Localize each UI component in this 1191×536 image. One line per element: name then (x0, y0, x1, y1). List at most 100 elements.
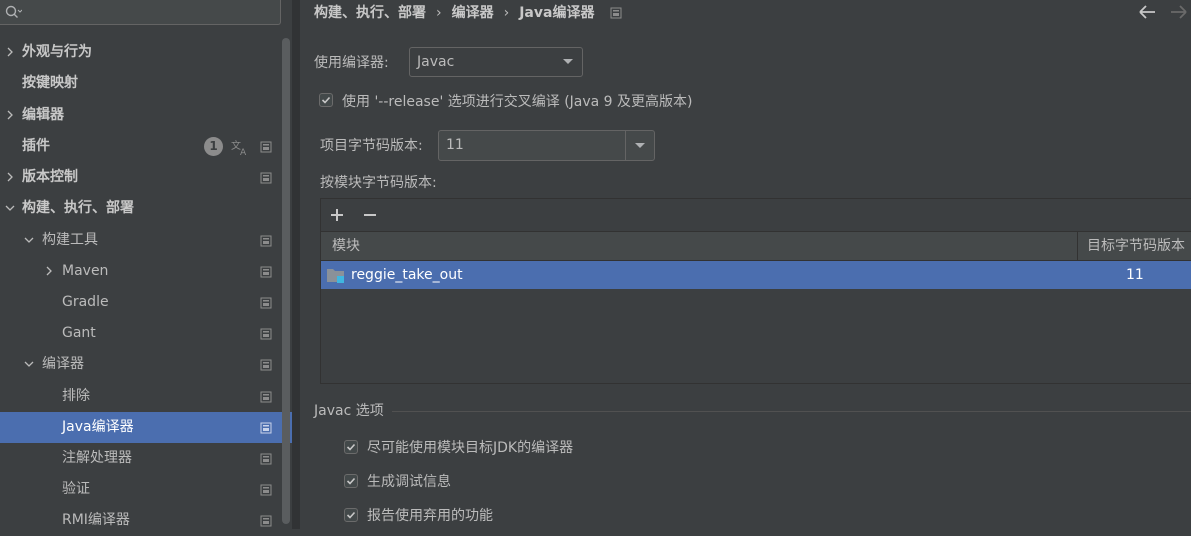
translate-icon: 文 A (231, 139, 247, 156)
use-module-jdk-label[interactable]: 尽可能使用模块目标JDK的编译器 (367, 437, 573, 457)
sidebar-item-label: 验证 (62, 481, 90, 497)
chevron-down-icon (24, 361, 34, 367)
plus-icon[interactable] (329, 207, 345, 223)
back-arrow-icon[interactable] (1136, 2, 1158, 22)
project-level-icon (260, 172, 272, 184)
table-row[interactable]: reggie_take_out 11 (321, 261, 1191, 289)
project-level-icon (260, 359, 272, 371)
compiler-label: 使用编译器: (314, 55, 389, 71)
checkmark-icon (321, 96, 331, 104)
minus-icon[interactable] (362, 207, 378, 223)
checkmark-icon (346, 511, 356, 519)
sidebar-item-label: 外观与行为 (22, 44, 92, 60)
sidebar-item-gradle[interactable]: Gradle (0, 287, 292, 318)
project-level-icon (260, 515, 272, 527)
settings-content: 构建、执行、部署 › 编译器 › Java编译器 使用编译器: Javac 使用 '--… (300, 0, 1191, 529)
sidebar-item-maven[interactable]: Maven (0, 256, 292, 287)
sidebar-item-compiler[interactable]: 编译器 (0, 349, 292, 380)
module-folder-icon (327, 269, 344, 283)
sidebar-item-plugins[interactable]: 插件 1 文 A (0, 131, 292, 162)
sidebar-item-keymap[interactable]: 按键映射 (0, 68, 292, 99)
checkmark-icon (346, 477, 356, 485)
settings-sidebar: 外观与行为 按键映射 编辑器 插件 1 文 A 版本控制 构建、执行、部署 构建… (0, 0, 292, 529)
chevron-right-icon (7, 47, 13, 57)
deprecation-label[interactable]: 报告使用弃用的功能 (367, 505, 493, 525)
project-level-icon (260, 453, 272, 465)
breadcrumb-item[interactable]: 编译器 (452, 5, 494, 21)
sidebar-item-label: Maven (62, 263, 109, 279)
project-level-icon (260, 235, 272, 247)
sidebar-item-label: 版本控制 (22, 169, 78, 185)
table-toolbar (321, 199, 1191, 232)
sidebar-item-annotation-processors[interactable]: 注解处理器 (0, 443, 292, 474)
sidebar-item-label: 排除 (62, 388, 90, 404)
deprecation-checkbox[interactable] (344, 508, 358, 522)
column-header-module[interactable]: 模块 (332, 232, 360, 260)
sidebar-item-rmi-compiler[interactable]: RMI编译器 (0, 505, 292, 536)
sidebar-item-build[interactable]: 构建、执行、部署 (0, 193, 292, 224)
breadcrumb-separator: › (503, 5, 510, 21)
javac-options-title: Javac 选项 (314, 403, 384, 419)
compiler-select[interactable]: Javac (409, 47, 583, 77)
breadcrumb-item[interactable]: 构建、执行、部署 (314, 5, 426, 21)
breadcrumb-separator: › (436, 5, 442, 21)
breadcrumb: 构建、执行、部署 › 编译器 › Java编译器 (314, 3, 622, 23)
project-level-icon (260, 297, 272, 309)
sidebar-item-label: 插件 (22, 138, 50, 154)
sidebar-item-gant[interactable]: Gant (0, 318, 292, 349)
debug-info-checkbox[interactable] (344, 474, 358, 488)
project-level-icon (260, 141, 272, 153)
chevron-right-icon (7, 110, 13, 120)
use-module-jdk-checkbox[interactable] (344, 440, 358, 454)
forward-arrow-icon[interactable] (1168, 2, 1190, 22)
sidebar-item-label: Gant (62, 325, 96, 341)
module-bytecode-table: 模块 目标字节码版本 reggie_take_out 11 (320, 198, 1191, 384)
section-divider (392, 411, 1191, 412)
project-level-icon (260, 266, 272, 278)
sidebar-scrollbar[interactable] (282, 38, 290, 524)
sidebar-item-label: 编译器 (42, 356, 84, 372)
per-module-label: 按模块字节码版本: (320, 175, 437, 191)
splitter[interactable] (292, 0, 300, 529)
chevron-down-icon (24, 237, 34, 243)
sidebar-item-label: Java编译器 (62, 419, 134, 435)
update-count-badge: 1 (204, 137, 223, 156)
sidebar-item-editor[interactable]: 编辑器 (0, 100, 292, 131)
sidebar-item-label: 注解处理器 (62, 450, 132, 466)
bytecode-version-value: 11 (446, 137, 464, 153)
svg-text:A: A (240, 148, 247, 156)
breadcrumb-item-current: Java编译器 (519, 5, 595, 21)
module-name: reggie_take_out (351, 267, 463, 283)
sidebar-item-label: 编辑器 (22, 107, 64, 123)
release-checkbox[interactable] (319, 93, 333, 107)
project-level-icon (260, 328, 272, 340)
project-level-icon (260, 391, 272, 403)
sidebar-item-vcs[interactable]: 版本控制 (0, 162, 292, 193)
project-level-icon (260, 422, 272, 434)
dropdown-arrow-icon[interactable] (625, 131, 654, 160)
chevron-right-icon (7, 172, 13, 182)
release-checkbox-label[interactable]: 使用 '--release' 选项进行交叉编译 (Java 9 及更高版本) (342, 91, 693, 111)
bytecode-version-combo[interactable]: 11 (438, 130, 655, 161)
sidebar-item-build-tools[interactable]: 构建工具 (0, 225, 292, 256)
chevron-down-icon (5, 205, 15, 211)
sidebar-item-excludes[interactable]: 排除 (0, 381, 292, 412)
sidebar-item-validation[interactable]: 验证 (0, 474, 292, 505)
sidebar-item-label: 构建、执行、部署 (22, 200, 134, 216)
table-header: 模块 目标字节码版本 (321, 232, 1191, 261)
sidebar-item-label: Gradle (62, 294, 109, 310)
checkmark-icon (346, 443, 356, 451)
chevron-right-icon (46, 266, 52, 276)
column-header-target-version[interactable]: 目标字节码版本 (1077, 232, 1185, 260)
target-version-value[interactable]: 11 (1126, 261, 1144, 289)
debug-info-label[interactable]: 生成调试信息 (367, 471, 451, 491)
bytecode-version-label: 项目字节码版本: (320, 138, 423, 154)
sidebar-item-java-compiler[interactable]: Java编译器 (0, 412, 292, 443)
sidebar-item-label: 构建工具 (42, 232, 98, 248)
search-icon (5, 5, 22, 18)
compiler-select-value: Javac (417, 54, 455, 70)
search-input[interactable] (0, 0, 281, 25)
sidebar-item-appearance[interactable]: 外观与行为 (0, 37, 292, 68)
project-level-icon (260, 484, 272, 496)
sidebar-item-label: RMI编译器 (62, 512, 130, 528)
